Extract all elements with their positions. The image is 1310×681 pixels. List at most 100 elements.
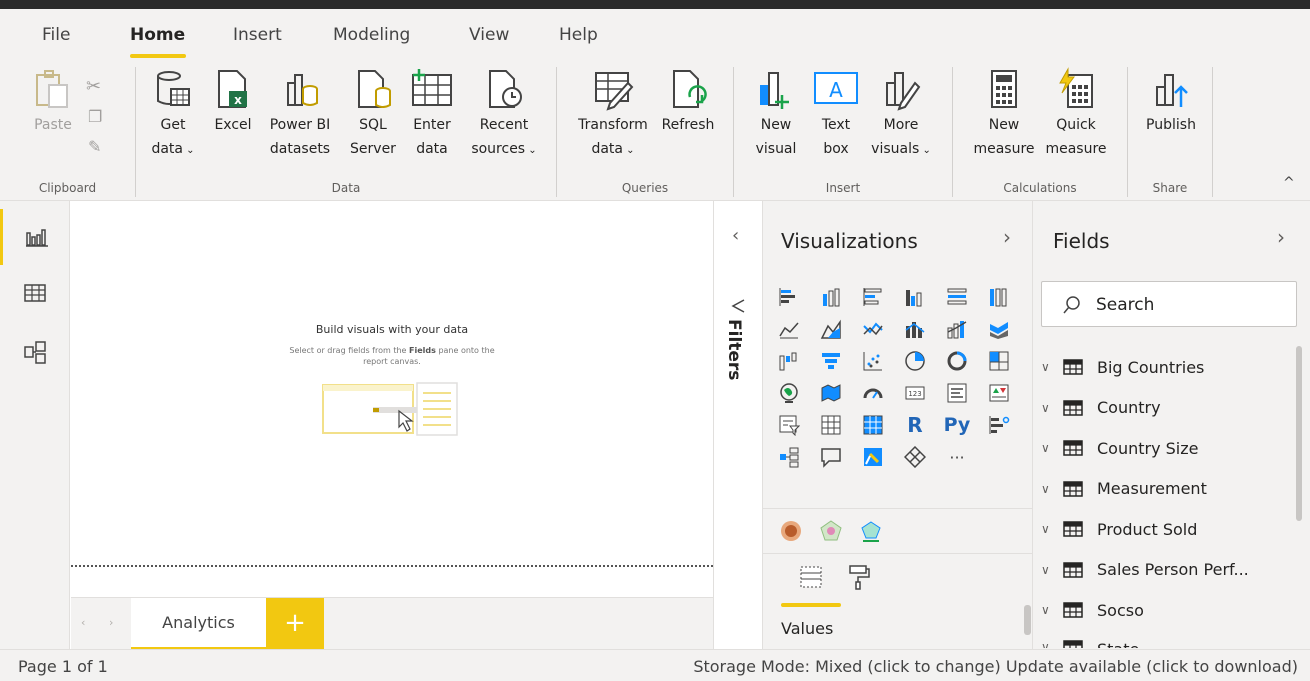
100-stacked-column-icon[interactable]	[985, 283, 1013, 311]
clustered-column-icon[interactable]	[901, 283, 929, 311]
field-table-row[interactable]: ∨ Measurement	[1041, 474, 1207, 504]
more-visuals-button[interactable]: More visuals ⌄	[866, 67, 936, 163]
tab-insert[interactable]: Insert	[233, 25, 282, 45]
model-view-button[interactable]	[0, 325, 70, 381]
data-view-button[interactable]	[0, 265, 70, 321]
gauge-icon[interactable]	[859, 379, 887, 407]
chevron-left-icon[interactable]: ‹	[732, 225, 739, 246]
key-influencers-icon[interactable]	[985, 411, 1013, 439]
chevron-down-icon[interactable]: ∨	[1041, 640, 1063, 648]
stacked-bar-icon[interactable]	[775, 283, 803, 311]
transform-data-button[interactable]: Transform data ⌄	[572, 67, 654, 163]
quick-measure-button[interactable]: Quick measure	[1040, 67, 1112, 161]
copy-button[interactable]: ❐	[88, 105, 102, 130]
format-painter-button[interactable]: ✎	[88, 135, 101, 160]
clustered-bar-icon[interactable]	[859, 283, 887, 311]
publish-button[interactable]: Publish	[1138, 67, 1204, 137]
power-apps-icon[interactable]	[901, 443, 929, 471]
excel-button[interactable]: x Excel	[210, 67, 256, 137]
get-data-button[interactable]: Get data ⌄	[150, 67, 196, 163]
recent-sources-button[interactable]: Recent sources ⌄	[468, 67, 540, 163]
chevron-down-icon[interactable]: ∨	[1041, 401, 1063, 415]
filled-map-icon[interactable]	[817, 379, 845, 407]
area-chart-icon[interactable]	[817, 315, 845, 343]
funnel-icon[interactable]	[817, 347, 845, 375]
new-visual-button[interactable]: New visual	[752, 67, 800, 161]
field-table-row[interactable]: ∨ Country	[1041, 393, 1161, 423]
custom-visual-1-icon[interactable]	[777, 517, 805, 545]
chevron-down-icon[interactable]: ∨	[1041, 603, 1063, 617]
scatter-chart-icon[interactable]	[859, 347, 887, 375]
stacked-area-icon[interactable]	[859, 315, 887, 343]
field-table-row[interactable]: ∨ Country Size	[1041, 433, 1199, 463]
stacked-column-icon[interactable]	[817, 283, 845, 311]
field-table-row[interactable]: ∨ Product Sold	[1041, 514, 1197, 544]
search-input[interactable]: Search	[1041, 281, 1297, 327]
filters-pane-collapsed[interactable]: ‹ Filters	[713, 201, 762, 649]
field-table-row[interactable]: ∨ Sales Person Perf...	[1041, 555, 1249, 585]
chevron-down-icon[interactable]: ∨	[1041, 441, 1063, 455]
chevron-down-icon[interactable]: ∨	[1041, 563, 1063, 577]
powerbi-datasets-button[interactable]: Power BI datasets	[265, 67, 335, 161]
chevron-right-icon[interactable]: ›	[1277, 225, 1285, 249]
field-table-row[interactable]: ∨ State	[1041, 640, 1139, 648]
status-bar: Page 1 of 1 Storage Mode: Mixed (click t…	[0, 649, 1310, 681]
qa-visual-icon[interactable]	[817, 443, 845, 471]
refresh-button[interactable]: Refresh	[658, 67, 718, 137]
pie-chart-icon[interactable]	[901, 347, 929, 375]
field-table-row[interactable]: ∨ Socso	[1041, 595, 1144, 625]
decomposition-tree-icon[interactable]	[775, 443, 803, 471]
add-page-button[interactable]: +	[266, 598, 324, 650]
line-chart-icon[interactable]	[775, 315, 803, 343]
paginated-report-icon[interactable]	[859, 443, 887, 471]
new-measure-button[interactable]: New measure	[968, 67, 1040, 161]
format-paintroller-icon[interactable]	[845, 563, 873, 591]
table-visual-icon[interactable]	[817, 411, 845, 439]
100-stacked-bar-icon[interactable]	[943, 283, 971, 311]
ribbon-chart-icon[interactable]	[985, 315, 1013, 343]
waterfall-icon[interactable]	[775, 347, 803, 375]
card-icon[interactable]: 123	[901, 379, 929, 407]
fields-well-tab[interactable]	[797, 563, 825, 591]
multi-row-card-icon[interactable]	[943, 379, 971, 407]
field-table-name: Big Countries	[1097, 357, 1205, 377]
enter-data-button[interactable]: Enter data	[406, 67, 458, 161]
slicer-icon[interactable]	[775, 411, 803, 439]
line-stacked-column-icon[interactable]	[943, 315, 971, 343]
custom-visual-3-icon[interactable]	[857, 517, 885, 545]
python-visual-icon[interactable]: Py	[943, 411, 971, 439]
line-clustered-column-icon[interactable]	[901, 315, 929, 343]
report-view-button[interactable]	[0, 209, 70, 265]
next-page-icon[interactable]: ›	[109, 616, 113, 629]
chevron-down-icon[interactable]: ∨	[1041, 360, 1063, 374]
more-visuals-ellipsis-icon[interactable]: ···	[943, 443, 971, 471]
collapse-ribbon-icon[interactable]: ^	[1283, 175, 1295, 191]
r-visual-icon[interactable]: R	[901, 411, 929, 439]
map-icon[interactable]	[775, 379, 803, 407]
chevron-down-icon[interactable]: ∨	[1041, 482, 1063, 496]
prev-page-icon[interactable]: ‹	[81, 616, 85, 629]
cut-button[interactable]: ✂	[86, 75, 101, 100]
visualizations-scrollbar[interactable]	[1024, 605, 1031, 635]
paste-button[interactable]: Paste	[28, 67, 78, 137]
tab-file[interactable]: File	[42, 25, 70, 45]
tab-home[interactable]: Home	[130, 25, 185, 45]
sql-server-button[interactable]: SQL Server	[346, 67, 400, 161]
report-canvas[interactable]: Build visuals with your data Select or d…	[71, 201, 713, 597]
donut-chart-icon[interactable]	[943, 347, 971, 375]
fields-scrollbar[interactable]	[1296, 346, 1302, 521]
matrix-icon[interactable]	[859, 411, 887, 439]
storage-mode-status[interactable]: Storage Mode: Mixed (click to change) Up…	[693, 657, 1298, 676]
table-icon	[1063, 521, 1083, 537]
custom-visual-2-icon[interactable]	[817, 517, 845, 545]
tab-help[interactable]: Help	[559, 25, 598, 45]
text-box-button[interactable]: A Text box	[810, 67, 862, 161]
tab-view[interactable]: View	[469, 25, 509, 45]
page-tab-analytics[interactable]: Analytics	[131, 598, 266, 650]
chevron-right-icon[interactable]: ›	[1003, 225, 1011, 249]
chevron-down-icon[interactable]: ∨	[1041, 522, 1063, 536]
tab-modeling[interactable]: Modeling	[333, 25, 410, 45]
treemap-icon[interactable]	[985, 347, 1013, 375]
kpi-icon[interactable]	[985, 379, 1013, 407]
field-table-row[interactable]: ∨ Big Countries	[1041, 352, 1204, 382]
